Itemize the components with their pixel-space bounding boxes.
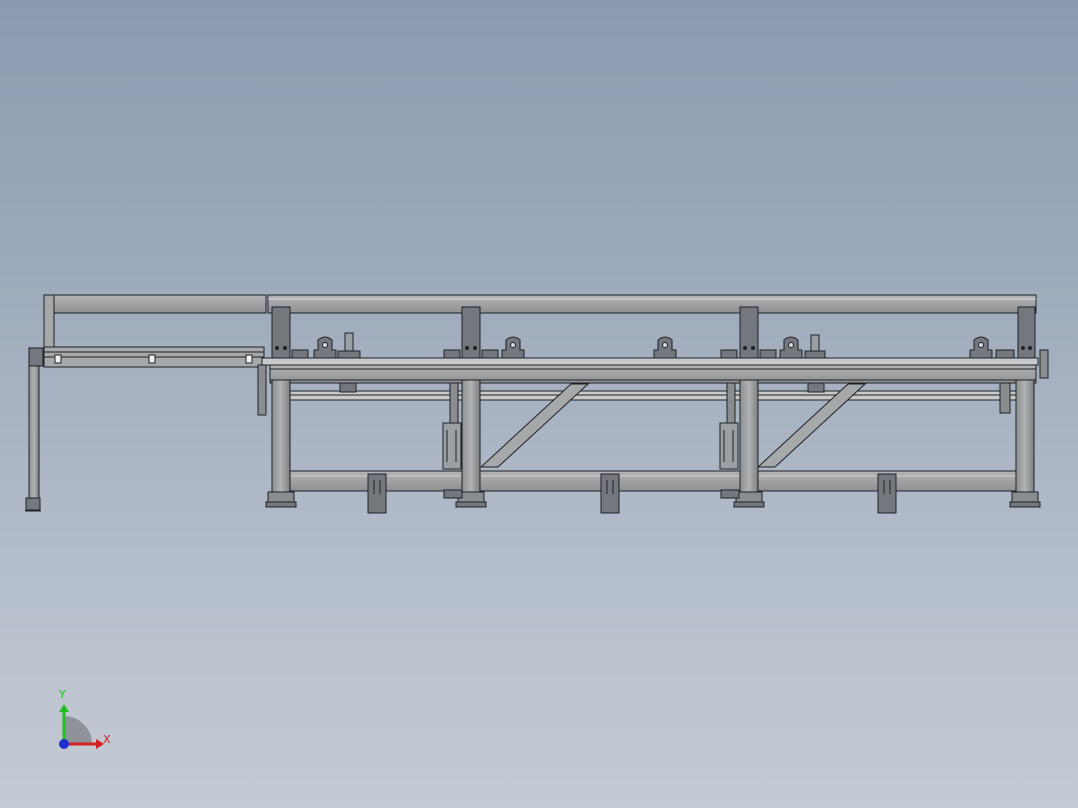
triad-quadrant — [64, 716, 92, 744]
orientation-triad — [59, 704, 104, 749]
x-axis-label: X — [103, 733, 111, 746]
y-axis-label: Y — [59, 688, 66, 701]
z-axis-dot — [59, 739, 69, 749]
cad-viewport[interactable]: X Y — [0, 0, 1078, 808]
